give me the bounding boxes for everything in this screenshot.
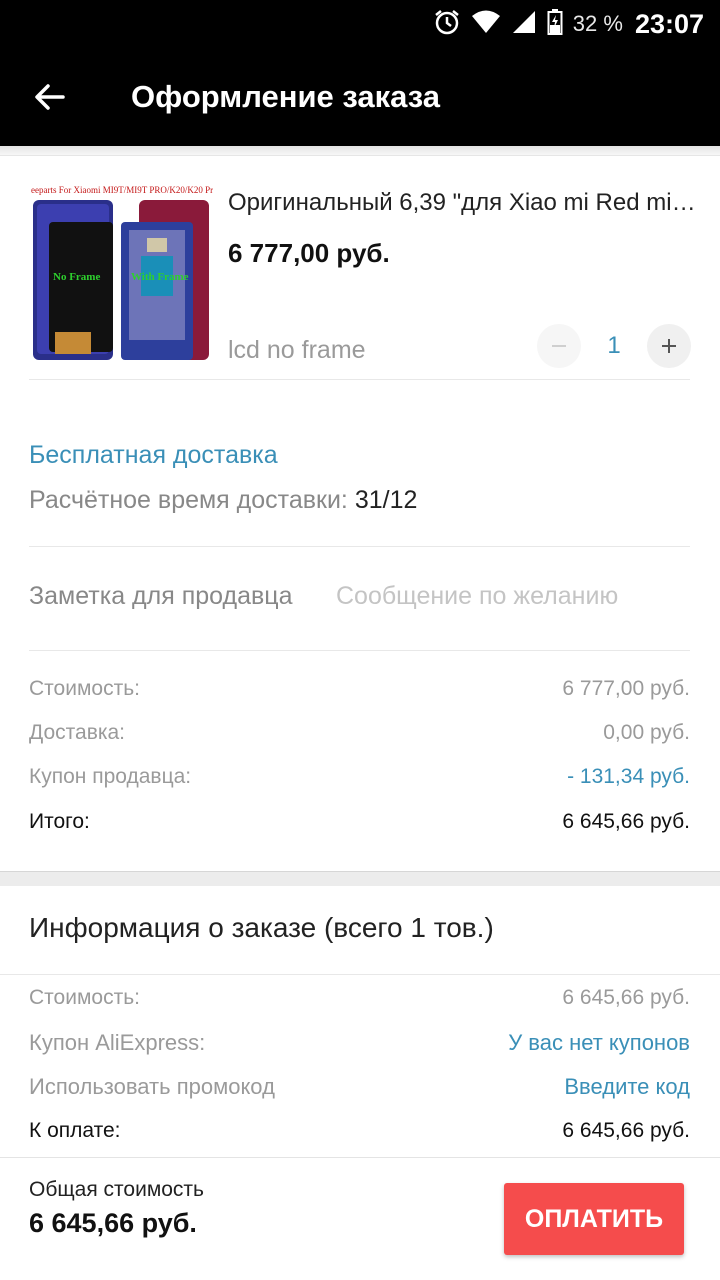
summary-value: 6 777,00 руб. <box>562 677 690 700</box>
order-info-title: Информация о заказе (всего 1 тов.) <box>29 912 494 943</box>
app-bar: Оформление заказа <box>0 48 720 146</box>
clock: 23:07 <box>634 8 704 39</box>
divider <box>29 546 690 547</box>
plus-icon <box>662 339 676 353</box>
header-shadow <box>0 146 720 156</box>
summary-value: 6 645,66 руб. <box>562 810 690 833</box>
product-image[interactable]: eeparts For Xiaomi MI9T/MI9T PRO/K20/K20… <box>29 182 213 362</box>
battery-icon <box>547 8 563 41</box>
total-amount: 6 645,66 руб. <box>29 1208 197 1238</box>
summary-label: Итого: <box>29 810 90 833</box>
status-bar: 32 % 23:07 <box>0 0 720 48</box>
order-label: Купон AliExpress: <box>29 1030 206 1055</box>
back-button[interactable] <box>24 73 76 121</box>
order-label: Использовать промокод <box>29 1074 275 1099</box>
delivery-estimate-label: Расчётное время доставки: <box>29 486 348 514</box>
aliexpress-coupon-link[interactable]: У вас нет купонов <box>508 1030 690 1056</box>
quantity-stepper: 1 <box>537 324 691 368</box>
seller-note-input[interactable] <box>336 574 690 618</box>
enter-promo-code-link[interactable]: Введите код <box>564 1074 690 1100</box>
signal-icon <box>511 9 537 40</box>
product-image-brand: eeparts For Xiaomi MI9T/MI9T PRO/K20/K20… <box>31 185 213 195</box>
seller-coupon-value[interactable]: - 131,34 руб. <box>567 765 690 789</box>
order-label: К оплате: <box>29 1119 121 1142</box>
minus-icon <box>552 345 566 347</box>
battery-percent: 32 % <box>572 11 623 36</box>
divider <box>0 974 720 975</box>
order-row-to-pay: К оплате: 6 645,66 руб. <box>29 1119 690 1149</box>
checkout-bar: Общая стоимость 6 645,66 руб. ОПЛАТИТЬ <box>0 1157 720 1280</box>
summary-label: Купон продавца: <box>29 765 192 788</box>
divider <box>29 650 690 651</box>
order-value: 6 645,66 руб. <box>562 1119 690 1142</box>
product-price: 6 777,00 руб. <box>228 238 390 268</box>
summary-label: Доставка: <box>29 721 126 744</box>
divider <box>29 379 690 380</box>
section-separator <box>0 871 720 886</box>
total-label: Общая стоимость <box>29 1178 204 1201</box>
delivery-estimate-value: 31/12 <box>354 486 418 514</box>
quantity-value: 1 <box>607 332 621 359</box>
summary-row-seller-coupon: Купон продавца: - 131,34 руб. <box>29 765 690 795</box>
order-row-cost: Стоимость: 6 645,66 руб. <box>29 986 690 1016</box>
product-image-label-left: No Frame <box>53 271 100 283</box>
order-value: 6 645,66 руб. <box>562 986 690 1009</box>
arrow-left-icon <box>35 84 65 110</box>
pay-button[interactable]: ОПЛАТИТЬ <box>504 1183 684 1255</box>
product-variant: lcd no frame <box>228 336 366 364</box>
order-row-aliexpress-coupon: Купон AliExpress: У вас нет купонов <box>29 1030 690 1060</box>
summary-row-subtotal: Итого: 6 645,66 руб. <box>29 810 690 840</box>
order-label: Стоимость: <box>29 986 140 1009</box>
summary-label: Стоимость: <box>29 677 140 700</box>
product-card: eeparts For Xiaomi MI9T/MI9T PRO/K20/K20… <box>0 156 720 380</box>
shipping-method-link[interactable]: Бесплатная доставка <box>29 441 278 470</box>
product-image-label-right: With Frame <box>131 271 189 283</box>
summary-value: 0,00 руб. <box>603 721 690 744</box>
delivery-estimate: Расчётное время доставки: 31/12 <box>29 486 417 515</box>
page-title: Оформление заказа <box>131 79 441 114</box>
increase-quantity-button[interactable] <box>647 324 691 368</box>
seller-note-label: Заметка для продавца <box>29 582 293 610</box>
product-name[interactable]: Оригинальный 6,39 "для Xiao mi Red mi K2… <box>228 189 698 217</box>
wifi-icon <box>471 9 501 40</box>
summary-row-shipping: Доставка: 0,00 руб. <box>29 721 690 751</box>
summary-row-cost: Стоимость: 6 777,00 руб. <box>29 677 690 707</box>
order-row-promo-code: Использовать промокод Введите код <box>29 1074 690 1104</box>
alarm-icon <box>433 8 461 41</box>
decrease-quantity-button[interactable] <box>537 324 581 368</box>
